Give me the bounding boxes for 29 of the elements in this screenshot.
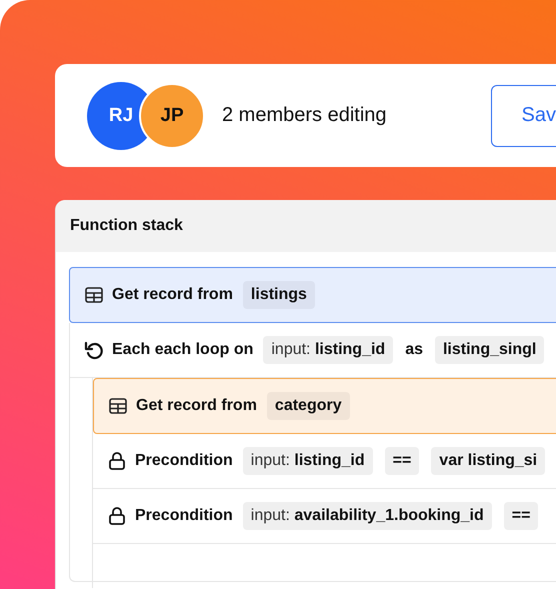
step-block[interactable]: Get record from category <box>93 378 556 434</box>
step-label: Precondition <box>135 507 233 525</box>
step-row[interactable]: Each each loop on input: listing_id as listing_singl <box>70 323 556 378</box>
table-icon <box>84 285 104 305</box>
avatar: JP <box>139 82 205 148</box>
table-icon <box>108 396 128 416</box>
step-word: as <box>405 341 423 359</box>
step-label: Get record from <box>112 286 233 304</box>
step-label: Get record from <box>136 397 257 415</box>
token-chip: == <box>504 502 538 530</box>
token-chip: var listing_si <box>431 447 546 475</box>
step-label: Each each loop on <box>112 341 254 359</box>
token-chip: category <box>266 392 350 420</box>
reload-icon <box>84 340 104 360</box>
editing-status: 2 members editing <box>222 104 387 127</box>
save-button[interactable]: Sav <box>490 84 556 146</box>
token-chip: input: listing_id <box>242 447 373 475</box>
token-chip: input: listing_id <box>263 336 394 364</box>
panel-title: Function stack <box>70 217 183 235</box>
step-row[interactable]: Precondition input: listing_id == var listing_si <box>93 434 556 489</box>
token-chip: input: availability_1.booking_id <box>242 502 492 530</box>
step-block[interactable]: Get record from listings <box>69 267 556 323</box>
step-row[interactable]: Precondition input: availability_1.booking_id == <box>93 489 556 544</box>
token-chip: listing_singl <box>434 336 544 364</box>
lock-icon <box>107 451 127 471</box>
token-chip: listings <box>242 281 315 309</box>
lock-icon <box>107 506 127 526</box>
step-label: Precondition <box>135 452 233 470</box>
token-chip: == <box>384 447 420 475</box>
